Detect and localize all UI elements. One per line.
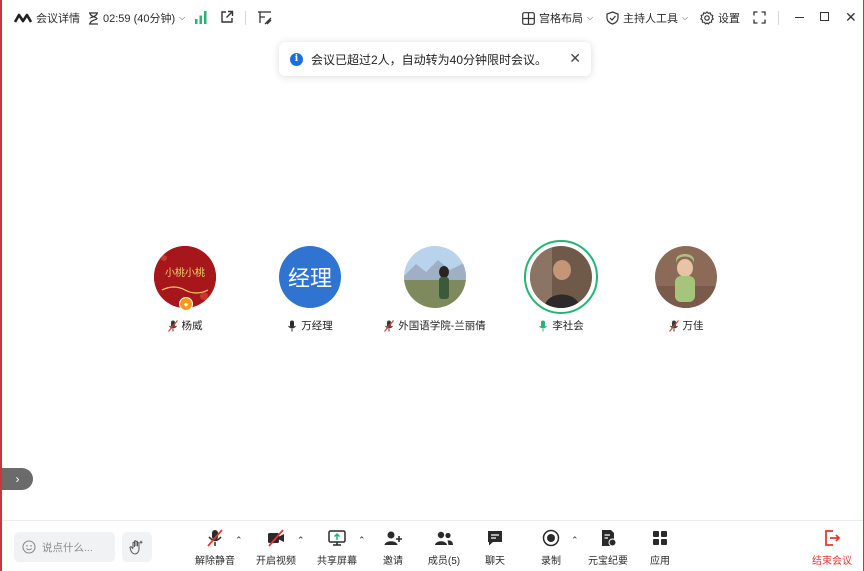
mic-muted-icon bbox=[207, 529, 223, 547]
mic-muted-icon[interactable] bbox=[668, 319, 679, 332]
grid-layout-icon bbox=[522, 11, 535, 25]
record-icon bbox=[542, 529, 560, 547]
notification-toast: i 会议已超过2人，自动转为40分钟限时会议。 ✕ bbox=[279, 42, 591, 76]
close-window-button[interactable]: ✕ bbox=[845, 10, 857, 24]
settings-label: 设置 bbox=[718, 13, 740, 25]
timer-text: 02:59 (40分钟) bbox=[103, 13, 176, 25]
shield-icon bbox=[606, 11, 619, 25]
hourglass-icon bbox=[89, 11, 98, 25]
chat-placeholder: 说点什么... bbox=[42, 541, 93, 554]
participant-tile[interactable]: 万佳 bbox=[616, 246, 756, 333]
chevron-down-icon: ⌵ bbox=[587, 13, 594, 22]
apps-icon bbox=[653, 531, 667, 545]
start-video-button[interactable]: 开启视频 bbox=[250, 528, 302, 567]
avatar-image bbox=[404, 246, 466, 308]
avatar-text: 小桃小桃 bbox=[165, 266, 205, 279]
exit-icon bbox=[825, 530, 841, 546]
chevron-up-icon[interactable]: ⌃ bbox=[235, 535, 243, 546]
yuanbao-summary-button[interactable]: 元宝纪要 bbox=[582, 528, 634, 567]
avatar-image bbox=[530, 246, 592, 308]
tencent-meeting-logo-icon bbox=[14, 13, 32, 23]
emoji-icon bbox=[22, 540, 36, 554]
chevron-up-icon[interactable]: ⌃ bbox=[358, 535, 366, 546]
chevron-right-icon: › bbox=[15, 472, 20, 486]
participant-name: 李社会 bbox=[552, 320, 584, 332]
raise-hand-button[interactable] bbox=[122, 532, 152, 562]
close-toast-button[interactable]: ✕ bbox=[569, 50, 581, 67]
layout-button[interactable]: 宫格布局 ⌵ bbox=[522, 0, 593, 36]
host-badge-icon: ● bbox=[179, 297, 193, 311]
participant-tile[interactable]: 经理 万经理 bbox=[240, 246, 380, 333]
share-screen-label: 共享屏幕 bbox=[317, 556, 357, 567]
bottom-toolbar: 说点什么... 解除静音 ⌃ 开启视频 ⌃ 共享屏幕 ⌃ 邀请 成员(5) 聊天… bbox=[2, 520, 863, 571]
meeting-details-label: 会议详情 bbox=[36, 13, 80, 25]
mic-speaking-icon[interactable] bbox=[538, 320, 548, 332]
unmute-button[interactable]: 解除静音 bbox=[189, 528, 241, 567]
avatar bbox=[404, 246, 466, 308]
avatar: 经理 bbox=[279, 246, 341, 308]
avatar-image bbox=[655, 246, 717, 308]
chevron-up-icon[interactable]: ⌃ bbox=[297, 535, 305, 546]
gear-icon bbox=[700, 11, 714, 25]
participant-name: 万佳 bbox=[682, 320, 704, 332]
divider bbox=[245, 11, 246, 25]
chat-input[interactable]: 说点什么... bbox=[14, 532, 115, 562]
top-bar: 会议详情 02:59 (40分钟) ⌵ 宫格布局 ⌵ 主持人工具 ⌵ 设置 ✕ bbox=[2, 0, 863, 36]
fullscreen-icon[interactable] bbox=[753, 11, 766, 24]
chat-button[interactable]: 聊天 bbox=[469, 528, 521, 567]
members-label: 成员(5) bbox=[427, 556, 461, 567]
record-button[interactable]: 录制 bbox=[525, 528, 577, 567]
divider bbox=[778, 11, 779, 25]
chevron-down-icon: ⌵ bbox=[179, 13, 186, 22]
mic-muted-icon[interactable] bbox=[384, 319, 395, 332]
participant-name: 外国语学院-兰丽倩 bbox=[398, 320, 486, 332]
apps-label: 应用 bbox=[650, 556, 670, 567]
meeting-timer[interactable]: 02:59 (40分钟) ⌵ bbox=[88, 0, 185, 36]
mic-muted-icon[interactable] bbox=[167, 319, 178, 332]
participant-tile[interactable]: 李社会 bbox=[491, 240, 631, 333]
record-label: 录制 bbox=[541, 556, 561, 567]
participant-name: 万经理 bbox=[301, 320, 333, 332]
participant-name: 杨威 bbox=[181, 320, 203, 332]
minimize-button[interactable] bbox=[795, 17, 804, 18]
share-screen-icon bbox=[328, 530, 346, 546]
info-icon: i bbox=[290, 52, 303, 66]
open-external-icon[interactable] bbox=[220, 10, 234, 24]
avatar bbox=[655, 246, 717, 308]
members-icon bbox=[435, 531, 453, 545]
mic-icon[interactable] bbox=[287, 320, 297, 332]
end-meeting-label: 结束会议 bbox=[812, 556, 852, 567]
invite-button[interactable]: 邀请 bbox=[367, 528, 419, 567]
annotation-icon[interactable] bbox=[257, 10, 272, 25]
camera-off-icon bbox=[268, 529, 284, 547]
yuanbao-summary-label: 元宝纪要 bbox=[588, 556, 628, 567]
avatar bbox=[524, 240, 598, 314]
chevron-up-icon[interactable]: ⌃ bbox=[571, 535, 579, 546]
share-screen-button[interactable]: 共享屏幕 bbox=[311, 528, 363, 567]
invite-label: 邀请 bbox=[383, 556, 403, 567]
toast-message: 会议已超过2人，自动转为40分钟限时会议。 bbox=[311, 52, 548, 67]
meeting-details-button[interactable]: 会议详情 bbox=[14, 0, 80, 36]
settings-button[interactable]: 设置 bbox=[700, 0, 740, 36]
apps-button[interactable]: 应用 bbox=[634, 528, 686, 567]
hand-icon bbox=[129, 540, 144, 555]
unmute-label: 解除静音 bbox=[195, 556, 235, 567]
maximize-button[interactable] bbox=[820, 12, 829, 21]
add-user-icon bbox=[384, 531, 402, 545]
host-tools-label: 主持人工具 bbox=[623, 13, 678, 25]
chat-label: 聊天 bbox=[485, 556, 505, 567]
members-button[interactable]: 成员(5) bbox=[418, 528, 470, 567]
participant-tile[interactable]: 外国语学院-兰丽倩 bbox=[365, 246, 505, 333]
participant-tile[interactable]: 小桃小桃 杨威 bbox=[115, 246, 255, 333]
expand-panel-button[interactable]: › bbox=[2, 468, 33, 490]
end-meeting-button[interactable]: 结束会议 bbox=[806, 528, 858, 567]
chevron-down-icon: ⌵ bbox=[682, 13, 689, 22]
avatar-initials: 经理 bbox=[287, 267, 332, 292]
ai-notes-icon bbox=[602, 530, 617, 547]
network-signal-icon[interactable] bbox=[195, 11, 207, 24]
start-video-label: 开启视频 bbox=[256, 556, 296, 567]
layout-label: 宫格布局 bbox=[539, 13, 583, 25]
host-tools-button[interactable]: 主持人工具 ⌵ bbox=[606, 0, 688, 36]
chat-icon bbox=[488, 531, 502, 546]
